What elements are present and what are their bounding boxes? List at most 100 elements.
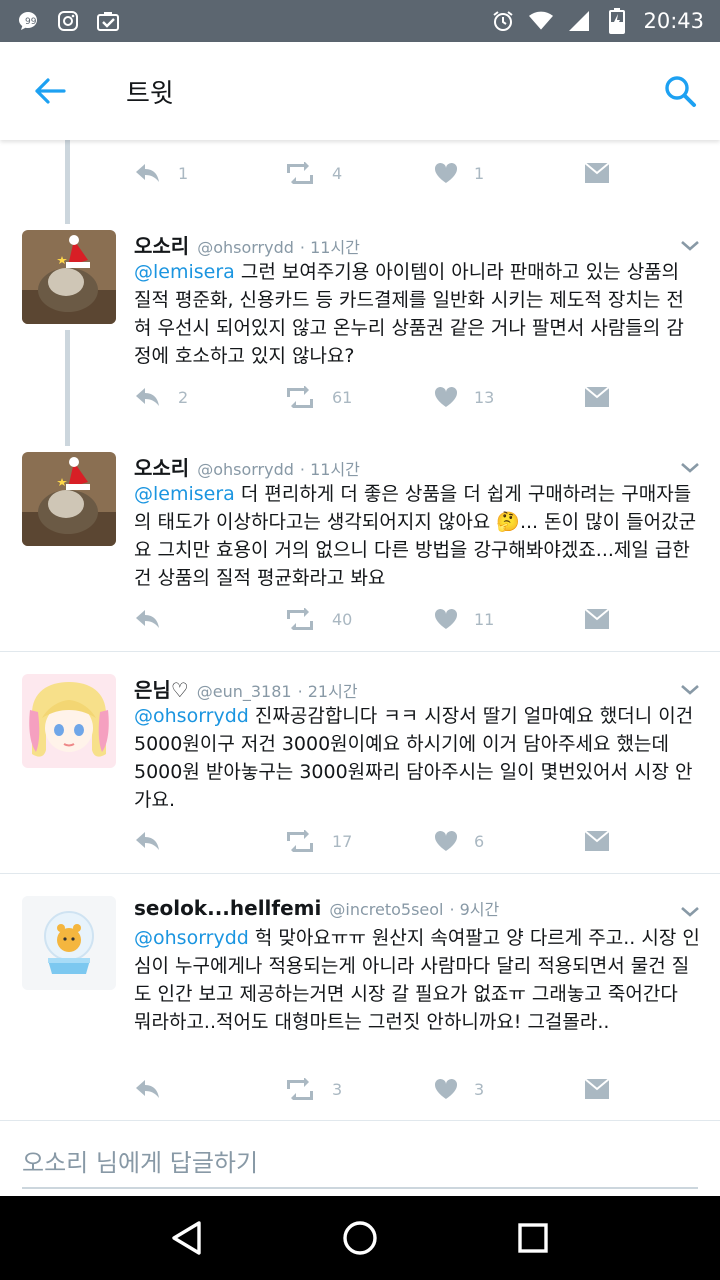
display-name[interactable]: 오소리 [134,452,189,481]
status-bar: 99 20:43 [0,0,720,42]
wifi-icon [529,9,554,33]
clock: 20:43 [643,9,704,33]
envelope-icon [584,1078,610,1099]
display-name[interactable]: 오소리 [134,230,189,259]
cell-signal-icon [567,9,591,33]
action-row: 3 3 [134,1070,614,1110]
display-name[interactable]: 은님♡ [134,674,189,703]
reply-button[interactable]: 1 [134,162,188,184]
retweet-button[interactable]: 40 [284,608,352,630]
reply-button[interactable] [134,830,178,852]
mention-link[interactable]: @ohsorrydd [134,705,249,727]
retweet-button[interactable]: 4 [284,162,342,184]
tweet-feed[interactable]: 1 4 1 오소리 @ohsorrydd · 11시간 @lemisera 그런… [0,140,720,1195]
reply-button[interactable] [134,608,178,630]
dm-button[interactable] [584,608,610,630]
battery-charging-icon [605,8,629,34]
action-row: 17 6 [134,822,614,862]
divider [0,651,720,652]
tweet[interactable]: 오소리 @ohsorrydd · 11시간 @lemisera 더 편리하게 더… [0,446,720,650]
like-button[interactable]: 1 [434,162,484,184]
tweet-text: @ohsorrydd 헉 맞아요ㅠㅠ 원산지 속여팔고 양 다르게 주고.. 시… [134,927,700,1033]
nav-home-button[interactable] [330,1208,390,1268]
user-handle: @ohsorrydd [197,238,294,257]
tweet-header: seolok...hellfemi @increto5seol · 9시간 [134,896,700,926]
like-button[interactable]: 11 [434,608,494,630]
avatar[interactable] [22,674,116,768]
avatar[interactable] [22,230,116,324]
reply-icon [136,832,159,850]
chevron-down-icon [681,463,699,473]
heart-icon [434,386,458,407]
action-row: 2 61 13 [134,378,614,418]
tweet-time: · 21시간 [297,682,358,701]
tweet-options-button[interactable] [678,678,702,702]
avatar[interactable] [22,452,116,546]
system-nav-bar [0,1196,720,1280]
svg-text:99: 99 [25,17,37,27]
search-icon [665,76,696,107]
reply-button[interactable] [134,1078,178,1100]
reply-icon [136,610,159,628]
mention-link[interactable]: @ohsorrydd [134,927,249,949]
envelope-icon [584,608,610,629]
tweet[interactable]: 오소리 @ohsorrydd · 11시간 @lemisera 그런 보여주기용… [0,224,720,446]
tweet[interactable]: seolok...hellfemi @increto5seol · 9시간 @o… [0,890,720,1120]
tweet-time: · 9시간 [449,900,500,919]
tweet-time: · 11시간 [299,460,360,479]
action-row: 40 11 [134,600,614,640]
instagram-icon [56,9,80,33]
tweet-text: @lemisera 그런 보여주기용 아이템이 아니라 판매하고 있는 상품의 … [134,261,684,367]
retweet-button[interactable]: 3 [284,1078,342,1100]
thread-line [65,140,70,224]
nav-recents-button[interactable] [503,1208,563,1268]
mention-link[interactable]: @lemisera [134,261,235,283]
back-button[interactable] [0,42,100,140]
like-button[interactable]: 13 [434,386,494,408]
heart-icon [434,830,458,851]
reply-composer[interactable]: 오소리 님에게 답글하기 [0,1120,720,1196]
retweet-button[interactable]: 17 [284,830,352,852]
reply-icon [136,388,159,406]
dm-button[interactable] [584,162,610,184]
dm-button[interactable] [584,1078,610,1100]
retweet-icon [287,162,313,184]
tweet[interactable]: 은님♡ @eun_3181 · 21시간 @ohsorrydd 진짜공감합니다 … [0,668,720,872]
tweet-options-button[interactable] [678,234,702,258]
reply-input[interactable]: 오소리 님에게 답글하기 [22,1143,258,1178]
user-handle: @increto5seol [329,900,444,919]
user-handle: @eun_3181 [196,682,292,701]
tweet-header: 은님♡ @eun_3181 · 21시간 [134,674,700,704]
envelope-icon [584,386,610,407]
dm-button[interactable] [584,830,610,852]
search-button[interactable] [640,42,720,140]
mention-link[interactable]: @lemisera [134,483,235,505]
tweet-header: 오소리 @ohsorrydd · 11시간 [134,230,700,260]
reply-button[interactable]: 2 [134,386,188,408]
tweet-time: · 11시간 [299,238,360,257]
tweet-options-button[interactable] [678,456,702,480]
retweet-button[interactable]: 61 [284,386,352,408]
retweet-icon [287,830,313,852]
like-button[interactable]: 3 [434,1078,484,1100]
retweet-icon [287,386,313,408]
like-button[interactable]: 6 [434,830,484,852]
input-underline [22,1187,698,1189]
chat-bubble-icon: 99 [16,9,40,33]
avatar[interactable] [22,896,116,990]
dm-button[interactable] [584,386,610,408]
nav-back-button[interactable] [157,1208,217,1268]
tweet-options-button[interactable] [678,900,702,924]
envelope-icon [584,830,610,851]
partial-previous-text [134,140,694,142]
chevron-down-icon [681,907,699,917]
tweet-header: 오소리 @ohsorrydd · 11시간 [134,452,700,482]
page-title: 트윗 [126,78,174,109]
chevron-down-icon [681,241,699,251]
arrow-left-icon [35,78,66,104]
envelope-icon [584,162,610,183]
display-name[interactable]: seolok...hellfemi [134,896,321,920]
heart-icon [434,1078,458,1099]
reply-icon [136,1080,159,1098]
reply-icon [136,164,159,182]
